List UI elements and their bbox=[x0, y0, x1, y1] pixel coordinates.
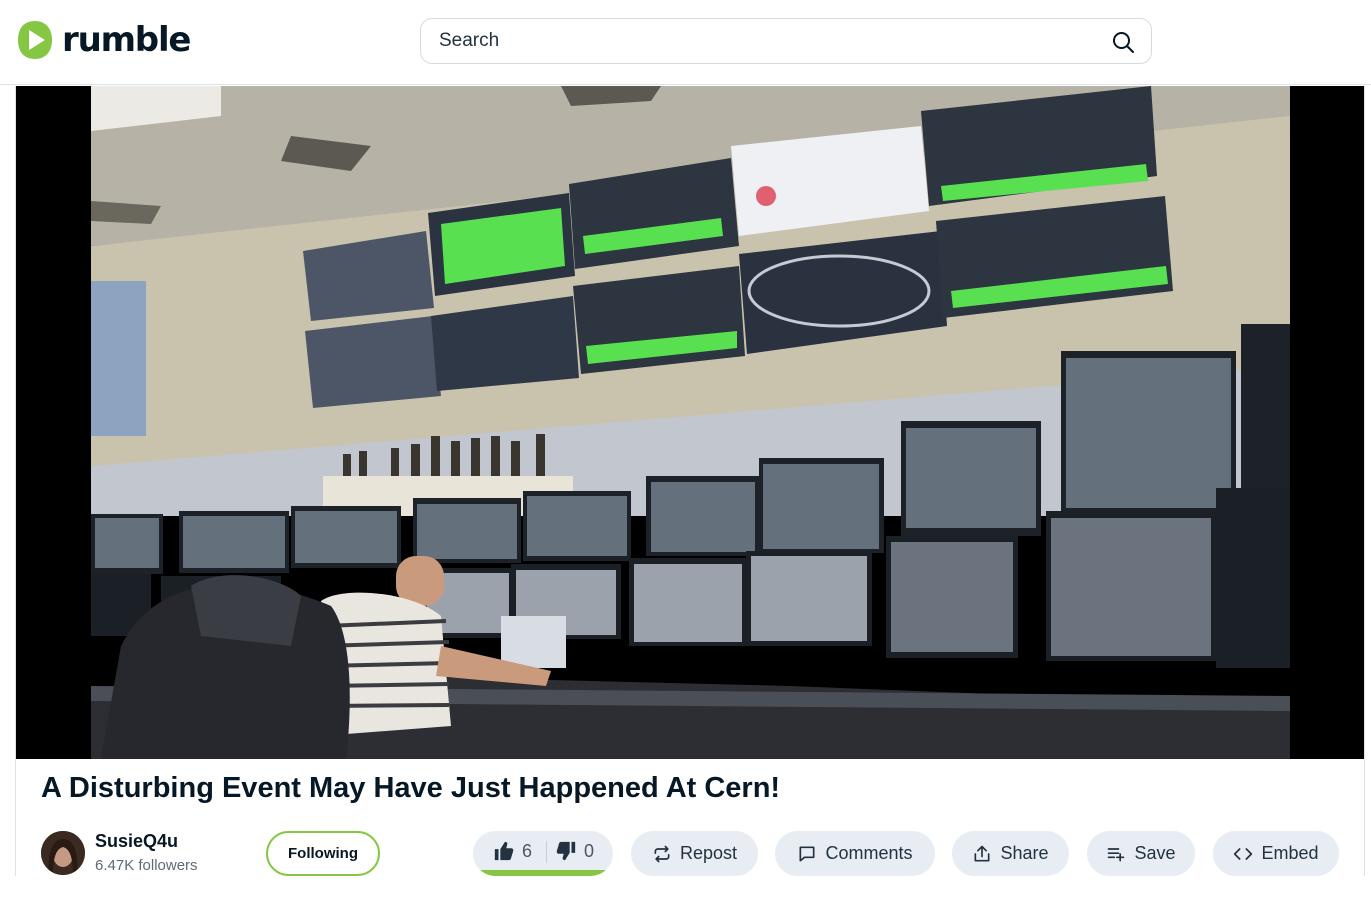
like-count: 6 bbox=[522, 840, 533, 861]
share-icon bbox=[974, 845, 990, 861]
save-label: Save bbox=[1134, 843, 1176, 863]
share-label: Share bbox=[1000, 843, 1049, 863]
like-button[interactable]: 6 bbox=[493, 831, 532, 871]
dislike-button[interactable]: 0 bbox=[555, 831, 594, 871]
video-player[interactable] bbox=[16, 86, 1364, 759]
logo-wordmark: rumble bbox=[62, 20, 191, 60]
repost-icon bbox=[654, 845, 670, 862]
top-header: rumble bbox=[0, 0, 1371, 85]
comments-label: Comments bbox=[825, 843, 913, 863]
video-frame[interactable] bbox=[91, 86, 1290, 759]
vote-pill: 6 0 bbox=[473, 831, 613, 876]
search-box[interactable] bbox=[420, 18, 1152, 64]
like-ratio-bar bbox=[477, 870, 609, 876]
thumbs-down-icon bbox=[556, 841, 576, 861]
content-right-border bbox=[1364, 86, 1365, 876]
save-playlist-icon bbox=[1108, 847, 1125, 861]
repost-label: Repost bbox=[679, 843, 738, 863]
rumble-logo[interactable]: rumble bbox=[16, 19, 191, 61]
search-icon[interactable] bbox=[1111, 30, 1135, 54]
video-frame-image bbox=[91, 86, 1290, 759]
channel-name[interactable]: SusieQ4u bbox=[95, 831, 178, 852]
vote-divider bbox=[546, 841, 547, 863]
rumble-logo-icon bbox=[18, 21, 52, 59]
comments-button[interactable]: Comments bbox=[775, 831, 935, 876]
embed-button[interactable]: Embed bbox=[1213, 831, 1339, 876]
follower-count: 6.47K followers bbox=[95, 857, 198, 874]
search-input[interactable] bbox=[439, 30, 1079, 52]
channel-avatar-image bbox=[41, 831, 85, 875]
comment-icon bbox=[799, 846, 815, 861]
following-button[interactable]: Following bbox=[266, 831, 380, 876]
embed-label: Embed bbox=[1261, 843, 1319, 863]
repost-button[interactable]: Repost bbox=[631, 831, 758, 876]
save-button[interactable]: Save bbox=[1087, 831, 1195, 876]
video-title: A Disturbing Event May Have Just Happene… bbox=[41, 772, 781, 804]
avatar[interactable] bbox=[41, 831, 85, 875]
dislike-count: 0 bbox=[584, 840, 595, 861]
embed-code-icon bbox=[1234, 847, 1253, 860]
share-button[interactable]: Share bbox=[952, 831, 1069, 876]
thumbs-up-icon bbox=[494, 841, 514, 861]
